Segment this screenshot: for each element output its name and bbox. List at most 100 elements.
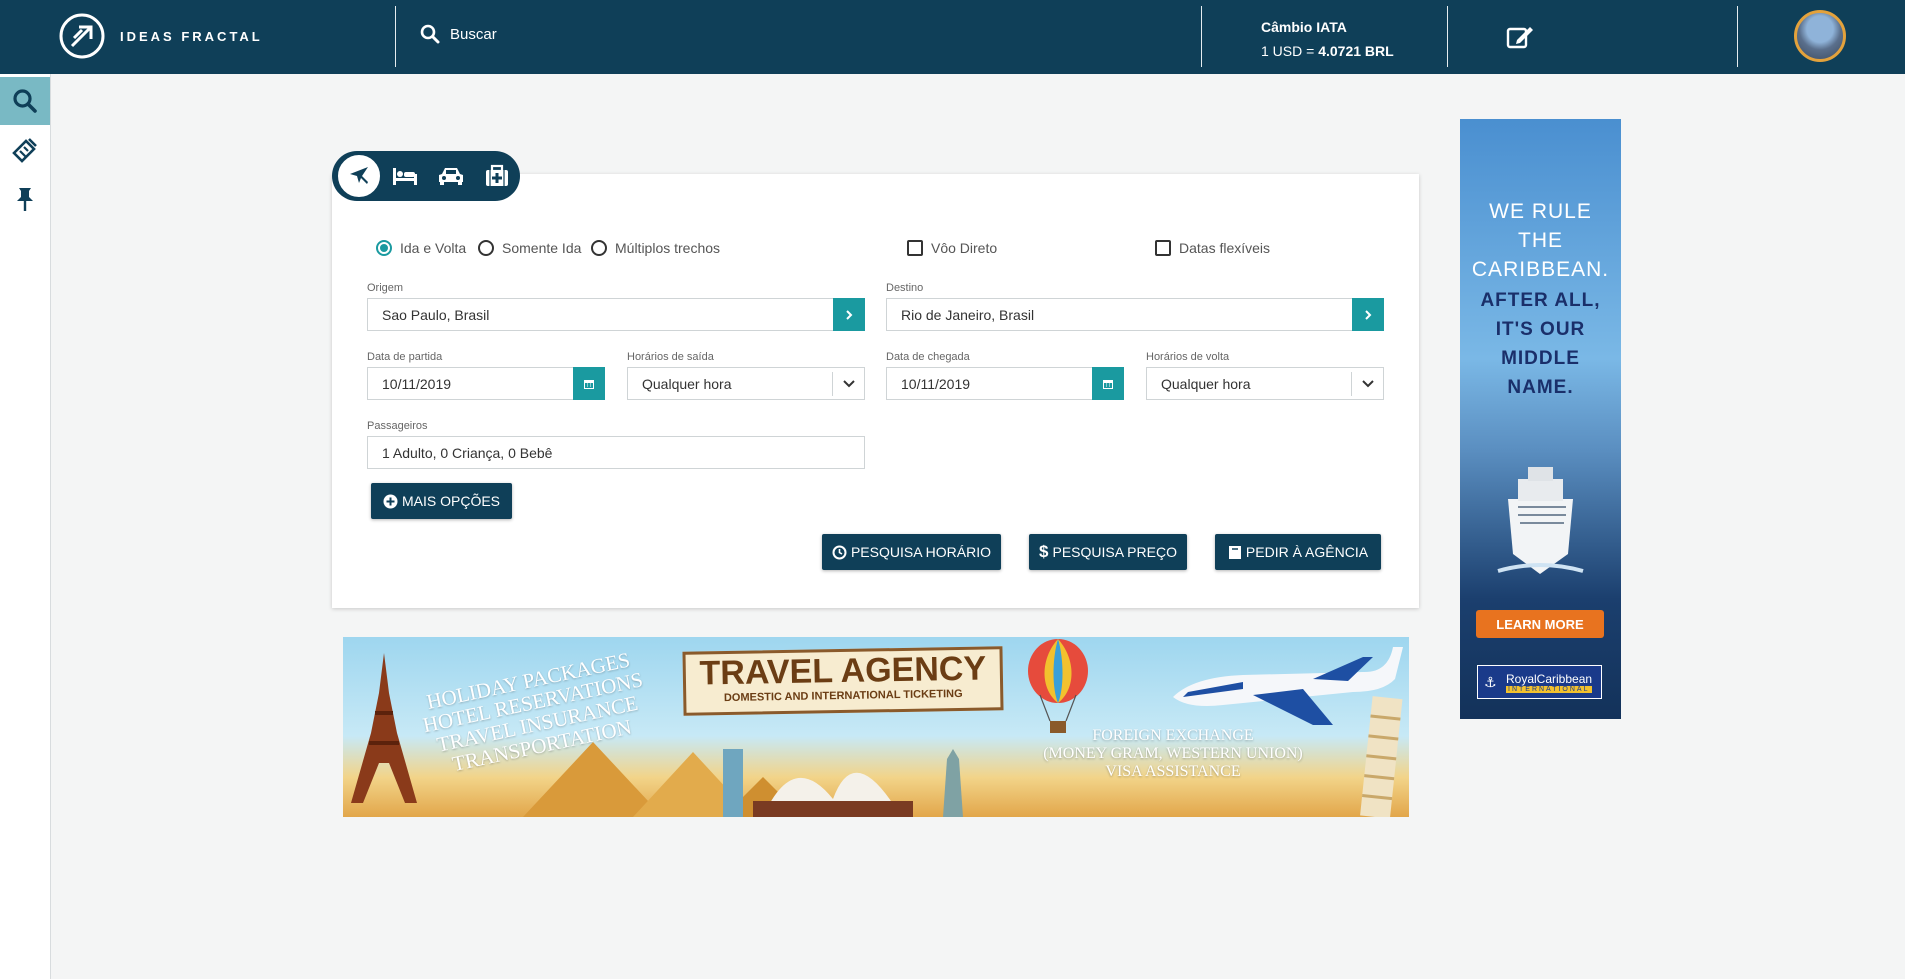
departure-time-value: Qualquer hora (642, 375, 732, 392)
banner-extra-services: FOREIGN EXCHANGE (MONEY GRAM, WESTERN UN… (1028, 727, 1318, 781)
exchange-value: 4.0721 BRL (1318, 43, 1394, 59)
chevron-down-icon (1361, 380, 1374, 388)
chevron-down-icon (842, 380, 855, 388)
banner-title: TRAVEL AGENCY (699, 649, 987, 693)
departure-calendar-button[interactable] (573, 367, 605, 400)
chevron-right-icon (1365, 309, 1372, 320)
chevron-right-icon (846, 309, 853, 320)
arrival-date-field[interactable]: 10/11/2019 (886, 367, 1124, 400)
search-icon (420, 24, 440, 44)
ask-agency-button[interactable]: PEDIR À AGÊNCIA (1215, 534, 1381, 570)
destination-go-button[interactable] (1352, 298, 1384, 331)
landmarks-illustration (723, 749, 963, 817)
direct-flight-checkbox[interactable] (907, 240, 923, 256)
pin-icon (17, 188, 33, 211)
logo[interactable]: IDEAS FRACTAL (58, 12, 263, 60)
flexible-dates-label: Datas flexíveis (1179, 240, 1271, 256)
dollar-icon: $ (1039, 542, 1049, 561)
return-time-dropdown[interactable] (1351, 372, 1383, 396)
calendar-icon (584, 379, 594, 389)
banner-extra-line: (MONEY GRAM, WESTERN UNION) (1043, 745, 1303, 762)
search-label: Buscar (450, 25, 497, 43)
tab-cars[interactable] (428, 153, 474, 199)
arrival-date-label: Data de chegada (886, 351, 970, 363)
exchange-value-row: 1 USD = 4.0721 BRL (1261, 39, 1394, 63)
search-schedule-label: PESQUISA HORÁRIO (850, 544, 992, 560)
origin-go-button[interactable] (833, 298, 865, 331)
arrival-calendar-button[interactable] (1092, 367, 1124, 400)
calendar-icon (1103, 379, 1113, 389)
tab-hotels[interactable] (382, 153, 428, 199)
ticket-icon (12, 138, 37, 163)
search-schedule-button[interactable]: PESQUISA HORÁRIO (822, 534, 1001, 570)
edit-icon (1506, 27, 1533, 49)
travel-agency-banner[interactable]: HOLIDAY PACKAGES HOTEL RESERVATIONS TRAV… (343, 637, 1409, 817)
ad-headline-line: THE (1518, 229, 1563, 252)
return-time-label: Horários de volta (1146, 351, 1230, 363)
departure-date-value: 10/11/2019 (382, 375, 452, 392)
ad-headline-line: WE RULE (1489, 200, 1592, 223)
direct-flight-option[interactable]: Vôo Direto (907, 240, 997, 256)
destination-field[interactable]: Rio de Janeiro, Brasil (886, 298, 1384, 331)
brand-name: RoyalCaribbean (1506, 671, 1593, 686)
logo-icon (59, 13, 105, 59)
tab-insurance[interactable] (474, 153, 520, 199)
radio-round-trip[interactable] (376, 240, 392, 256)
medkit-icon (486, 164, 508, 186)
radio-one-way[interactable] (478, 240, 494, 256)
departure-time-select[interactable]: Qualquer hora (627, 367, 865, 400)
car-icon (439, 168, 463, 185)
plane-icon (350, 167, 368, 184)
flexible-dates-checkbox[interactable] (1155, 240, 1171, 256)
more-options-label: MAIS OPÇÕES (401, 493, 501, 509)
trip-type-round-trip[interactable]: Ida e Volta (376, 240, 466, 256)
ask-agency-label: PEDIR À AGÊNCIA (1245, 544, 1369, 560)
divider (1737, 6, 1738, 67)
return-time-select[interactable]: Qualquer hora (1146, 367, 1384, 400)
radio-multi-city[interactable] (591, 240, 607, 256)
leaning-tower-illustration (1360, 696, 1403, 817)
ad-subline-line: IT'S OUR (1495, 319, 1586, 340)
departure-time-dropdown[interactable] (832, 372, 864, 396)
sidebar (0, 74, 51, 979)
learn-more-button[interactable]: LEARN MORE (1476, 610, 1604, 638)
trip-type-one-way[interactable]: Somente Ida (478, 240, 581, 256)
banner-extra-line: VISA ASSISTANCE (1105, 763, 1241, 780)
divider (395, 6, 396, 67)
arrival-date-value: 10/11/2019 (901, 375, 971, 392)
trip-type-multi-city[interactable]: Múltiplos trechos (591, 240, 720, 256)
avatar[interactable] (1794, 10, 1846, 62)
destination-value: Rio de Janeiro, Brasil (901, 306, 1035, 323)
sidebar-item-search[interactable] (0, 77, 50, 125)
flexible-dates-option[interactable]: Datas flexíveis (1155, 240, 1270, 256)
exchange-prefix: 1 USD = (1261, 43, 1319, 59)
crown-anchor-icon: ⚓ (1484, 674, 1497, 690)
passengers-field[interactable]: 1 Adulto, 0 Criança, 0 Bebê (367, 436, 865, 469)
exchange-title: Câmbio IATA (1261, 19, 1347, 35)
edit-button[interactable] (1505, 23, 1535, 56)
more-options-button[interactable]: MAIS OPÇÕES (371, 483, 512, 519)
ad-headline-line: CARIBBEAN. (1471, 258, 1610, 281)
departure-date-field[interactable]: 10/11/2019 (367, 367, 605, 400)
origin-label: Origem (367, 282, 404, 294)
banner-title-box: TRAVEL AGENCY DOMESTIC AND INTERNATIONAL… (682, 646, 1004, 716)
origin-value: Sao Paulo, Brasil (382, 306, 490, 323)
sidebar-item-pinned[interactable] (0, 175, 50, 223)
passengers-label: Passageiros (367, 420, 428, 432)
top-bar: IDEAS FRACTAL Buscar Câmbio IATA 1 USD =… (0, 0, 1905, 74)
ad-subline: AFTER ALL, IT'S OUR MIDDLE NAME. (1460, 286, 1621, 402)
product-tabs (332, 151, 520, 201)
ad-subline-line: MIDDLE (1501, 348, 1580, 369)
ad-headline: WE RULE THE CARIBBEAN. (1460, 197, 1621, 284)
origin-field[interactable]: Sao Paulo, Brasil (367, 298, 865, 331)
royal-caribbean-ad[interactable]: WE RULE THE CARIBBEAN. AFTER ALL, IT'S O… (1460, 119, 1621, 719)
ad-subline-line: AFTER ALL, (1480, 290, 1601, 311)
search-price-label: PESQUISA PREÇO (1052, 544, 1177, 560)
royal-caribbean-logo: ⚓ RoyalCaribbean INTERNATIONAL (1477, 665, 1602, 699)
search-button[interactable]: Buscar (420, 24, 497, 44)
logo-text: IDEAS FRACTAL (120, 28, 263, 44)
search-price-button[interactable]: $ PESQUISA PREÇO (1029, 534, 1187, 570)
sidebar-item-tickets[interactable] (0, 126, 50, 174)
tab-flights[interactable] (336, 153, 382, 199)
ad-subline-line: NAME. (1507, 377, 1574, 398)
